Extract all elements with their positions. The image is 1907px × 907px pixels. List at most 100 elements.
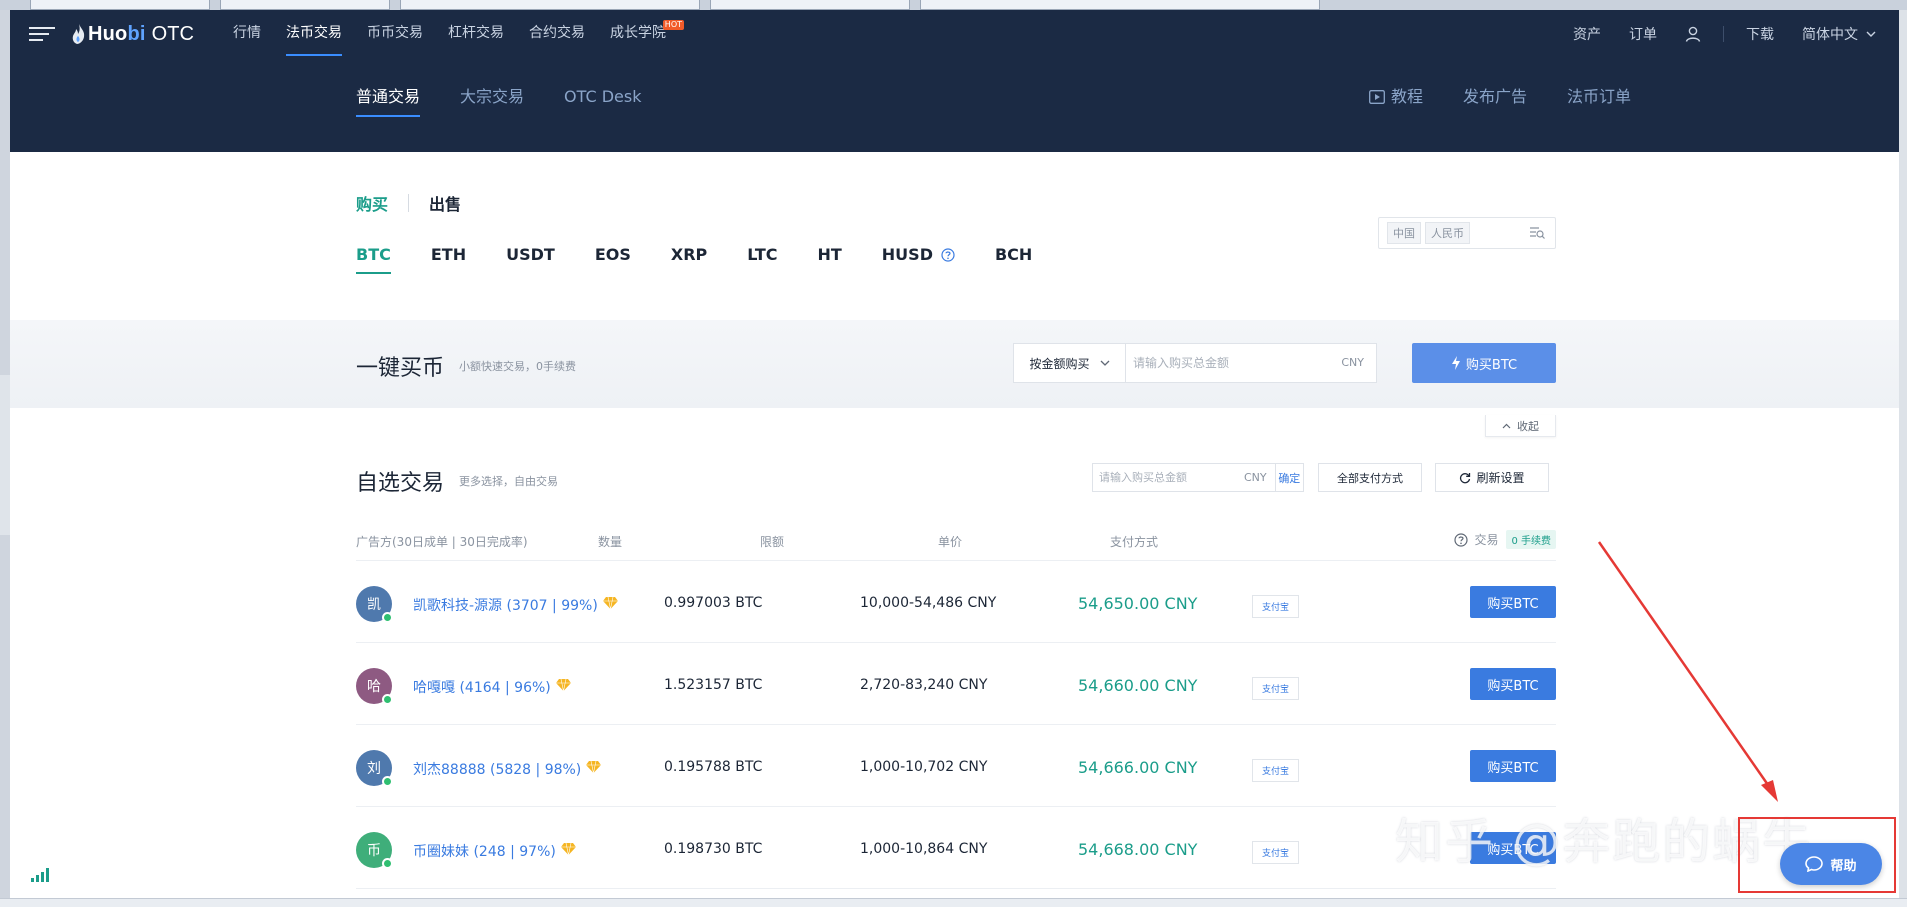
browser-tab[interactable]: [920, 0, 1320, 10]
payment-method-filter[interactable]: 全部支付方式: [1318, 463, 1422, 492]
buy-btc-button[interactable]: 购买BTC: [1470, 668, 1556, 700]
post-ad-link[interactable]: 发布广告: [1463, 57, 1527, 137]
browser-status-bar: [0, 898, 1907, 907]
amount-confirm-button[interactable]: 确定: [1274, 464, 1303, 491]
unit-price: 54,668.00 CNY: [1078, 840, 1198, 859]
coin-tab-bch[interactable]: BCH: [995, 245, 1032, 264]
available-amount: 0.997003 BTC: [664, 595, 763, 611]
browser-tab[interactable]: [220, 0, 390, 10]
unit-price: 54,666.00 CNY: [1078, 758, 1198, 777]
menu-icon[interactable]: [29, 27, 55, 41]
fiat-orders-link[interactable]: 法币订单: [1567, 57, 1631, 137]
amount-filter: CNY 确定: [1092, 463, 1304, 492]
advertiser-link[interactable]: 币圈妹妹 (248 | 97%): [413, 841, 576, 861]
nav-orders[interactable]: 订单: [1629, 24, 1657, 44]
payment-tag-alipay: 支付宝: [1252, 595, 1300, 618]
advertiser-link[interactable]: 凯歌科技-源源 (3707 | 99%): [413, 595, 618, 615]
user-icon[interactable]: [1685, 26, 1701, 42]
trade-type-tabs: 普通交易 大宗交易 OTC Desk: [356, 57, 681, 152]
nav-margin-trading[interactable]: 杠杆交易: [448, 10, 504, 57]
nav-academy-label: 成长学院: [610, 25, 666, 41]
tab-bulk-trade[interactable]: 大宗交易: [460, 57, 524, 152]
currency-unit: CNY: [1341, 356, 1364, 369]
online-dot: [382, 694, 393, 705]
quick-buy-title: 一键买币: [356, 356, 445, 381]
buy-btc-button[interactable]: 购买BTC: [1470, 750, 1556, 782]
amount-filter-input[interactable]: [1093, 471, 1244, 484]
coin-tab-btc[interactable]: BTC: [356, 245, 391, 274]
buy-mode-select[interactable]: 按金额购买: [1014, 344, 1126, 382]
lightning-icon: [1451, 356, 1460, 370]
nav-assets[interactable]: 资产: [1573, 24, 1601, 44]
browser-tab[interactable]: [400, 0, 700, 10]
region-currency-filter[interactable]: 中国 人民币: [1378, 217, 1556, 249]
buy-tab[interactable]: 购买: [356, 191, 388, 215]
vertical-scrollbar[interactable]: [1899, 10, 1907, 898]
refresh-settings-button[interactable]: 刷新设置: [1435, 463, 1549, 492]
quick-buy-subtitle: 小额快速交易，0手续费: [459, 360, 576, 373]
tutorial-link[interactable]: 教程: [1369, 57, 1423, 137]
quick-buy-amount-input[interactable]: [1126, 344, 1342, 382]
logo[interactable]: Huobi OTC: [72, 21, 194, 47]
chevron-up-icon: [1502, 423, 1511, 428]
quick-buy-button[interactable]: 购买BTC: [1412, 343, 1556, 383]
limit-range: 1,000-10,864 CNY: [860, 841, 988, 857]
nav-academy[interactable]: 成长学院 HOT: [610, 10, 684, 57]
refresh-icon: [1460, 472, 1471, 483]
sub-nav-right: 教程 发布广告 法币订单: [1329, 57, 1631, 152]
sell-tab[interactable]: 出售: [429, 191, 461, 215]
unit-price: 54,660.00 CNY: [1078, 676, 1198, 695]
nav-market[interactable]: 行情: [233, 10, 261, 57]
nav-fiat-trading[interactable]: 法币交易: [286, 10, 342, 57]
quick-buy-form: 按金额购买 CNY: [1013, 343, 1377, 383]
top-nav: Huobi OTC 行情 法币交易 币币交易 杠杆交易 合约交易 成长学院 HO…: [10, 10, 1906, 57]
header-trade-label: 交易: [1474, 533, 1499, 547]
advertiser-link[interactable]: 刘杰88888 (5828 | 98%): [413, 759, 602, 779]
coin-tab-xrp[interactable]: XRP: [671, 245, 707, 264]
tab-otc-desk[interactable]: OTC Desk: [564, 57, 641, 152]
diamond-icon: [602, 597, 618, 609]
header-price: 单价: [938, 535, 963, 549]
annotation-arrow: [1597, 541, 1778, 802]
coin-tab-eth[interactable]: ETH: [431, 245, 466, 264]
header-limit: 限额: [760, 535, 785, 549]
nav-divider: [1723, 25, 1724, 42]
avatar: 刘: [356, 750, 393, 787]
buy-btc-button[interactable]: 购买BTC: [1470, 586, 1556, 618]
tab-normal-trade[interactable]: 普通交易: [356, 57, 421, 152]
hot-badge: HOT: [662, 20, 684, 30]
coin-tab-husd[interactable]: HUSD: [882, 245, 955, 264]
online-dot: [382, 776, 393, 787]
custom-trade-subtitle: 更多选择，自由交易: [459, 475, 558, 488]
question-circle-icon[interactable]: [941, 247, 955, 262]
advertiser-link[interactable]: 哈嘎嘎 (4164 | 96%): [413, 677, 571, 697]
table-row: 凯 凯歌科技-源源 (3707 | 99%) 0.997003 BTC 10,0…: [356, 561, 1556, 643]
divider: [408, 194, 410, 212]
coin-tab-ltc[interactable]: LTC: [747, 245, 777, 264]
language-select[interactable]: 简体中文: [1802, 24, 1876, 44]
avatar: 凯: [356, 586, 393, 623]
collapse-button[interactable]: 收起: [1485, 415, 1556, 437]
diamond-icon: [555, 679, 571, 691]
nav-download[interactable]: 下载: [1746, 24, 1774, 44]
coin-tab-usdt[interactable]: USDT: [506, 245, 555, 264]
table-row: 哈 哈嘎嘎 (4164 | 96%) 1.523157 BTC 2,720-83…: [356, 643, 1556, 725]
country-tag: 中国: [1387, 222, 1421, 244]
zero-fee-badge: 0 手续费: [1506, 530, 1556, 549]
browser-tab[interactable]: [710, 0, 910, 10]
payment-tag-alipay: 支付宝: [1252, 677, 1300, 700]
browser-tab-strip: [0, 0, 1907, 10]
huobi-flame-icon: [72, 24, 85, 44]
asset-selector: 购买 出售 BTC ETH USDT EOS XRP LTC HT HUSD B…: [10, 152, 1906, 310]
tutorial-label: 教程: [1390, 87, 1423, 106]
nav-contract-trading[interactable]: 合约交易: [529, 10, 585, 57]
header-amount: 数量: [598, 535, 623, 549]
refresh-settings-label: 刷新设置: [1476, 471, 1525, 485]
coin-tab-eos[interactable]: EOS: [595, 245, 631, 264]
chevron-down-icon: [1100, 360, 1109, 366]
brand-name: Huobi: [88, 22, 146, 45]
coin-tab-ht[interactable]: HT: [817, 245, 841, 264]
nav-coin-trading[interactable]: 币币交易: [367, 10, 423, 57]
question-circle-icon[interactable]: [1454, 532, 1469, 547]
browser-tab[interactable]: [30, 0, 210, 10]
